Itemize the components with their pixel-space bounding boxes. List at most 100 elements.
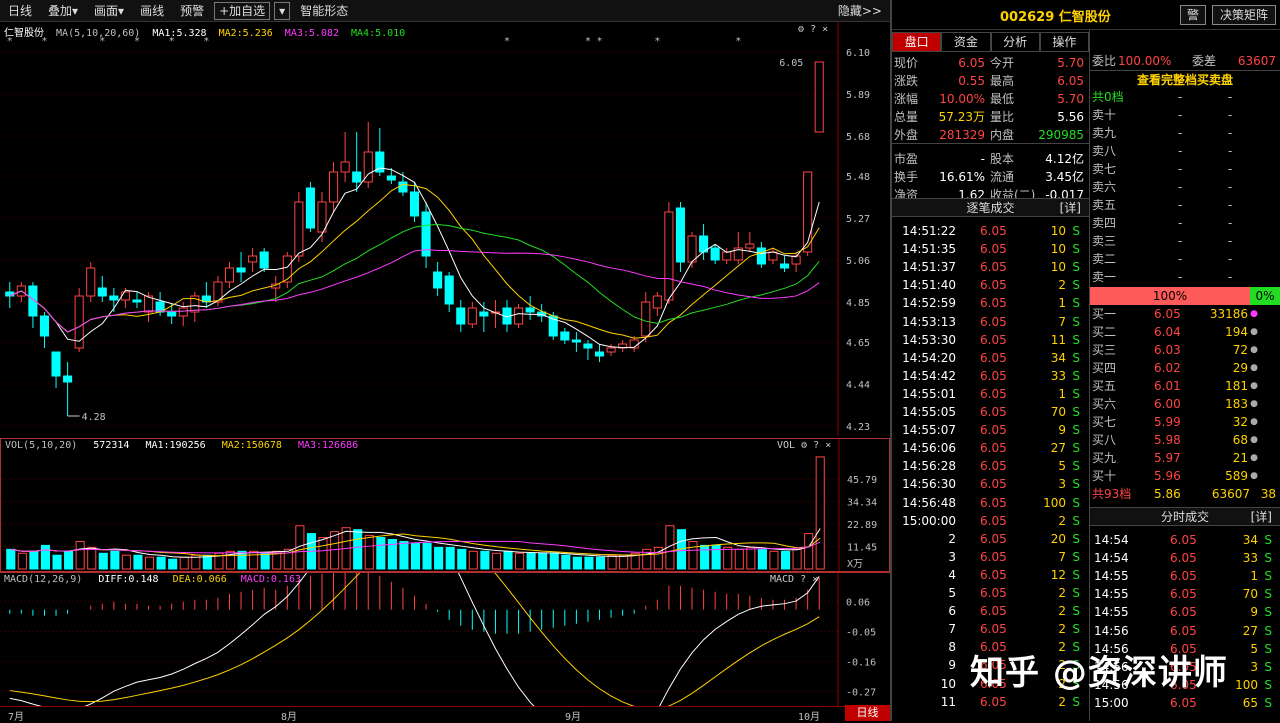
candle-body: [236, 267, 246, 273]
tick-price: 6.05: [980, 224, 1007, 238]
kline-panel[interactable]: 仁智股份 MA(5,10,20,60) MA1:5.328 MA2:5.236 …: [0, 22, 890, 438]
order-dot-icon: ●: [1250, 471, 1258, 481]
ask-level-row[interactable]: 卖二 - -: [1092, 250, 1280, 268]
bid-price: 6.03: [1154, 343, 1181, 357]
tick-volume: 2: [1058, 513, 1066, 528]
toolbar-smart-pattern[interactable]: 智能形态: [292, 0, 356, 22]
bid-level-label: 买四: [1092, 361, 1117, 375]
alert-button[interactable]: 警: [1180, 5, 1206, 25]
tick-volume: 33: [1050, 368, 1066, 383]
quote-label: 总量: [894, 110, 919, 124]
event-star-icon[interactable]: *: [41, 36, 47, 47]
event-star-icon[interactable]: *: [203, 36, 209, 47]
tick-trade-row: 14:54:20 6.05 34 S: [894, 349, 1088, 367]
volume-bar: [480, 550, 490, 570]
tab-operation[interactable]: 操作: [1039, 32, 1089, 52]
tick-price: 6.05: [980, 567, 1007, 582]
hide-panel-button[interactable]: 隐藏>>: [830, 0, 890, 22]
bid-level-row[interactable]: 买八 5.98 68 ●: [1092, 431, 1280, 449]
bid-level-row[interactable]: 买一 6.05 33186 ●: [1092, 305, 1280, 323]
event-star-icon[interactable]: *: [169, 36, 175, 47]
ask-level-label: 卖七: [1092, 162, 1117, 176]
candle-body: [305, 187, 315, 229]
minute-trades-header: 分时成交 [详]: [1090, 507, 1280, 526]
toolbar-period-daily[interactable]: 日线: [0, 0, 40, 22]
volume-bar: [168, 558, 178, 570]
minute-volume: 3: [1250, 659, 1258, 674]
tab-orderbook[interactable]: 盘口: [892, 32, 942, 52]
tick-trade-row: 14:55:01 6.05 1 S: [894, 385, 1088, 403]
panel-divider: [890, 0, 892, 721]
event-star-icon[interactable]: *: [735, 36, 741, 47]
minute-trades-detail-link[interactable]: [详]: [1251, 508, 1272, 527]
tick-side: S: [1072, 459, 1080, 474]
watchlist-dropdown[interactable]: ▾: [274, 1, 291, 20]
bid-price: 6.05: [1154, 307, 1181, 321]
bid-level-row[interactable]: 买二 6.04 194 ●: [1092, 323, 1280, 341]
toolbar-alert[interactable]: 预警: [172, 0, 212, 22]
bid-level-row[interactable]: 买六 6.00 183 ●: [1092, 395, 1280, 413]
bid-level-row[interactable]: 买十 5.96 589 ●: [1092, 467, 1280, 485]
quote-value: 281329: [939, 128, 985, 142]
period-tab-daily[interactable]: 日线: [845, 705, 890, 721]
order-dot-icon: ●: [1250, 381, 1258, 391]
tick-side: S: [1072, 531, 1080, 546]
quote-label: 最高: [990, 74, 1015, 88]
event-star-icon[interactable]: *: [134, 36, 140, 47]
event-star-icon[interactable]: *: [504, 36, 510, 47]
ask-level-row[interactable]: 卖四 - -: [1092, 214, 1280, 232]
ask-level-row[interactable]: 卖一 - -: [1092, 268, 1280, 286]
tick-volume: 7: [1058, 314, 1066, 329]
ask-level-row[interactable]: 卖七 - -: [1092, 160, 1280, 178]
event-star-icon[interactable]: *: [654, 36, 660, 47]
event-star-icon[interactable]: *: [7, 36, 13, 47]
quote-label: 量比: [990, 110, 1015, 124]
tick-trade-row: 14:51:35 6.05 10 S: [894, 240, 1088, 258]
macd-panel[interactable]: MACD(12,26,9) DIFF:0.148 DEA:0.066 MACD:…: [0, 572, 890, 707]
ask-level-row[interactable]: 卖十 - -: [1092, 106, 1280, 124]
event-star-icon[interactable]: *: [99, 36, 105, 47]
candle-body: [710, 247, 720, 261]
bid-level-row[interactable]: 买九 5.97 21 ●: [1092, 449, 1280, 467]
tick-side: S: [1072, 441, 1080, 456]
event-star-icon[interactable]: *: [597, 36, 603, 47]
tick-trades-detail-link[interactable]: [详]: [1060, 199, 1081, 218]
ask-level-row[interactable]: 卖三 - -: [1092, 232, 1280, 250]
volume-bar: [110, 550, 120, 570]
ask-level-row[interactable]: 卖五 - -: [1092, 196, 1280, 214]
minute-volume: 9: [1250, 605, 1258, 620]
toolbar-draw-line[interactable]: 画线: [132, 0, 172, 22]
tick-side: S: [1072, 405, 1080, 419]
tick-price: 6.05: [980, 622, 1007, 637]
toolbar-overlay[interactable]: 叠加▾: [40, 0, 86, 22]
macd-tick-label: -0.05: [846, 627, 876, 638]
full-book-link[interactable]: 查看完整档买卖盘: [1090, 70, 1280, 88]
volume-bar: [804, 533, 814, 570]
ask-level-row[interactable]: 卖八 - -: [1092, 142, 1280, 160]
ask-level-label: 卖二: [1092, 252, 1117, 266]
volume-bar: [399, 540, 409, 570]
volume-bar: [734, 548, 744, 570]
ask-level-label: 卖六: [1092, 180, 1117, 194]
bid-level-row[interactable]: 买三 6.03 72 ●: [1092, 341, 1280, 359]
tick-side: S: [1072, 368, 1080, 383]
bid-level-row[interactable]: 买七 5.99 32 ●: [1092, 413, 1280, 431]
bid-level-row[interactable]: 买五 6.01 181 ●: [1092, 377, 1280, 395]
bid-volume: 72: [1232, 343, 1248, 357]
add-watchlist-button[interactable]: +加自选: [214, 1, 271, 20]
tab-analysis[interactable]: 分析: [990, 32, 1040, 52]
ask-level-row[interactable]: 卖九 - -: [1092, 124, 1280, 142]
bid-volume: 32: [1232, 415, 1248, 429]
tab-fund[interactable]: 资金: [941, 32, 991, 52]
bid-volume: 194: [1225, 325, 1248, 339]
bid-level-row[interactable]: 买四 6.02 29 ●: [1092, 359, 1280, 377]
decision-matrix-button[interactable]: 决策矩阵: [1212, 5, 1276, 25]
quote-row: 涨跌 0.55 最高 6.05: [894, 72, 1088, 90]
tick-side: S: [1072, 622, 1080, 637]
ask-level-row[interactable]: 卖六 - -: [1092, 178, 1280, 196]
tick-price: 6.05: [980, 441, 1007, 456]
tick-price: 6.05: [980, 531, 1007, 546]
event-star-icon[interactable]: *: [585, 36, 591, 47]
toolbar-screen[interactable]: 画面▾: [86, 0, 132, 22]
volume-panel[interactable]: VOL(5,10,20) 572314 MA1:190256 MA2:15067…: [0, 438, 890, 572]
